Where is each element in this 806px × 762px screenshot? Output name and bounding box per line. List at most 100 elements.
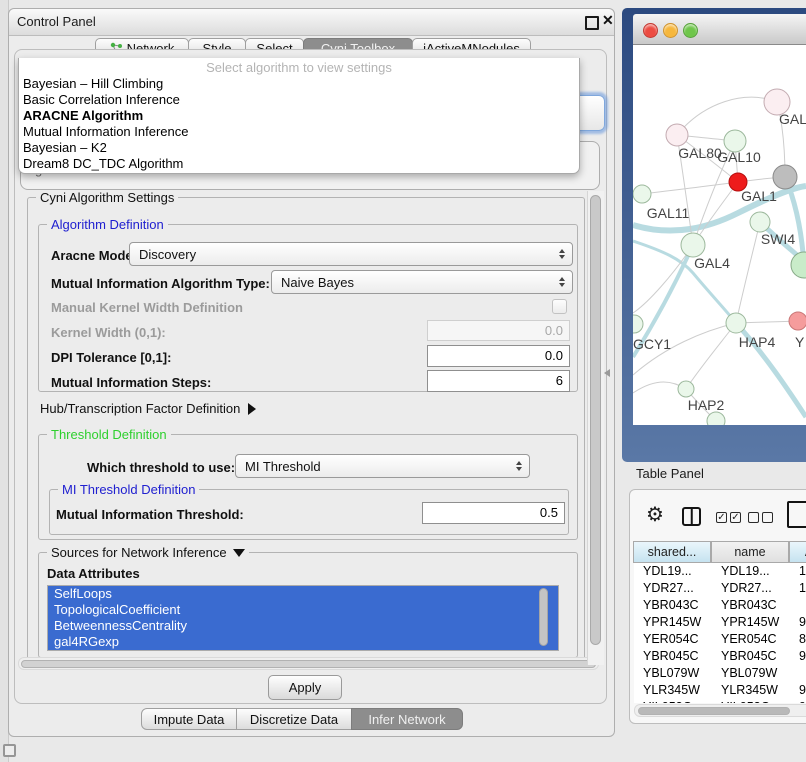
- manual-kernel-label: Manual Kernel Width Definition: [51, 300, 243, 315]
- network-canvas[interactable]: GAL GAL80 GAL10 GAL1 GAL11 SWI4 GAL4 GCY…: [633, 45, 806, 425]
- tab-impute-data[interactable]: Impute Data: [141, 708, 237, 730]
- table-row[interactable]: YDL19...YDL19...13: [634, 563, 806, 580]
- node-label: Y: [795, 334, 805, 350]
- kernel-width-input[interactable]: 0.0: [427, 320, 570, 341]
- node-gal11[interactable]: [633, 185, 651, 203]
- column-header-shared-name[interactable]: shared...: [633, 541, 711, 563]
- dropdown-item[interactable]: Dream8 DC_TDC Algorithm: [19, 156, 579, 172]
- deselect-all-icon[interactable]: [748, 512, 759, 523]
- node-label: GAL80: [678, 145, 722, 161]
- columns-icon[interactable]: [682, 507, 701, 526]
- expanded-arrow-icon: [233, 549, 245, 557]
- data-attributes-list[interactable]: SelfLoops TopologicalCoefficient Between…: [47, 585, 559, 651]
- close-icon[interactable]: ✕: [602, 12, 614, 29]
- mi-threshold-input[interactable]: 0.5: [422, 502, 565, 524]
- horizontal-scrollbar[interactable]: [18, 657, 599, 670]
- group-title: Threshold Definition: [47, 427, 171, 442]
- cell: 9.: [790, 648, 806, 665]
- vertical-scrollbar-thumb[interactable]: [590, 195, 601, 645]
- apply-button[interactable]: Apply: [268, 675, 342, 700]
- table-body[interactable]: YDL19...YDL19...13 YDR27...YDR27...12 YB…: [634, 563, 806, 703]
- deselect-all-icon2[interactable]: [762, 512, 773, 523]
- column-header-partial[interactable]: A: [789, 541, 806, 563]
- minimize-light-icon[interactable]: [663, 23, 678, 38]
- dropdown-item[interactable]: Mutual Information Inference: [19, 124, 579, 140]
- node-gal80[interactable]: [666, 124, 688, 146]
- list-scrollbar-thumb[interactable]: [539, 588, 548, 646]
- mi-algorithm-type-select[interactable]: Naive Bayes: [271, 270, 573, 294]
- aracne-mode-label: Aracne Mode:: [51, 248, 137, 263]
- collapsed-arrow-icon: [248, 403, 256, 415]
- manual-kernel-checkbox[interactable]: [552, 299, 567, 314]
- node-gray[interactable]: [773, 165, 797, 189]
- tab-infer-network[interactable]: Infer Network: [351, 708, 463, 730]
- node-bottom[interactable]: [707, 412, 725, 425]
- dropdown-item-selected[interactable]: ARACNE Algorithm: [19, 108, 579, 124]
- table-row[interactable]: YLR345WYLR345W9.: [634, 682, 806, 699]
- splitpane-collapse-handle[interactable]: [604, 369, 610, 377]
- column-header-name[interactable]: name: [711, 541, 789, 563]
- table-row[interactable]: YER054CYER054C8.: [634, 631, 806, 648]
- network-labels: GAL GAL80 GAL10 GAL1 GAL11 SWI4 GAL4 GCY…: [633, 111, 806, 413]
- node-green-right[interactable]: [791, 252, 806, 278]
- dropdown-item[interactable]: Bayesian – K2: [19, 140, 579, 156]
- attribute-item[interactable]: BetweennessCentrality: [48, 618, 558, 634]
- threshold-select[interactable]: MI Threshold: [235, 454, 530, 478]
- table-row[interactable]: YBR043CYBR043C: [634, 597, 806, 614]
- node-gcy1[interactable]: [633, 315, 643, 333]
- tab-discretize-data[interactable]: Discretize Data: [236, 708, 352, 730]
- zoom-light-icon[interactable]: [683, 23, 698, 38]
- kernel-width-label: Kernel Width (0,1):: [51, 325, 166, 340]
- attribute-item[interactable]: TopologicalCoefficient: [48, 602, 558, 618]
- dropdown-placeholder: Select algorithm to view settings: [19, 60, 579, 76]
- table-row[interactable]: YBR045CYBR045C9.: [634, 648, 806, 665]
- vertical-scrollbar[interactable]: [587, 191, 604, 665]
- cell: 9.: [790, 699, 806, 703]
- select-all-icon[interactable]: ✓: [716, 512, 727, 523]
- float-window-icon[interactable]: [585, 16, 599, 30]
- network-view-window: GAL GAL80 GAL10 GAL1 GAL11 SWI4 GAL4 GCY…: [622, 8, 806, 462]
- node-salmon[interactable]: [789, 312, 806, 330]
- table-horizontal-scrollbar[interactable]: [634, 704, 806, 717]
- document-icon[interactable]: [787, 501, 806, 528]
- cell: YBR045C: [634, 648, 712, 665]
- attribute-item[interactable]: gal4RGexp: [48, 634, 558, 650]
- aracne-mode-select[interactable]: Discovery: [129, 242, 573, 266]
- gear-icon[interactable]: ⚙: [646, 505, 664, 525]
- table-row[interactable]: YDR27...YDR27...12: [634, 580, 806, 597]
- table-horizontal-scrollbar-thumb[interactable]: [638, 707, 790, 715]
- dropdown-item[interactable]: Basic Correlation Inference: [19, 92, 579, 108]
- horizontal-scrollbar-thumb[interactable]: [21, 660, 596, 668]
- cell: YPR145W: [634, 614, 712, 631]
- which-threshold-label: Which threshold to use:: [87, 460, 235, 475]
- control-panel-window: Control Panel ✕ Network Style Select Cyn…: [8, 8, 615, 737]
- cyni-algorithm-settings-group: Cyni Algorithm Settings Algorithm Defini…: [27, 197, 585, 665]
- node-swi4[interactable]: [750, 212, 770, 232]
- bottom-tab-bar: Impute Data Discretize Data Infer Networ…: [141, 708, 463, 730]
- close-light-icon[interactable]: [643, 23, 658, 38]
- table-row[interactable]: YIL052CYIL052C9.: [634, 699, 806, 703]
- attribute-item[interactable]: SelfLoops: [48, 586, 558, 602]
- table-row[interactable]: YBL079WYBL079W: [634, 665, 806, 682]
- sources-toggle[interactable]: Sources for Network Inference: [47, 545, 249, 560]
- collapsed-panel-icon[interactable]: [3, 744, 16, 757]
- algorithm-definition-group: Algorithm Definition Aracne Mode: Discov…: [38, 224, 578, 392]
- cell: YDL19...: [634, 563, 712, 580]
- cell: YER054C: [712, 631, 790, 648]
- dpi-tolerance-label: DPI Tolerance [0,1]:: [51, 350, 171, 365]
- cell: YLR345W: [712, 682, 790, 699]
- table-row[interactable]: YPR145WYPR145W9.: [634, 614, 806, 631]
- dropdown-item[interactable]: Bayesian – Hill Climbing: [19, 76, 579, 92]
- mi-steps-input[interactable]: 6: [427, 370, 570, 392]
- node-hap2[interactable]: [678, 381, 694, 397]
- node-hap4[interactable]: [726, 313, 746, 333]
- cell: 13: [790, 563, 806, 580]
- select-all-icon2[interactable]: ✓: [730, 512, 741, 523]
- cell: 8.: [790, 631, 806, 648]
- node-gal4[interactable]: [681, 233, 705, 257]
- node-label: GAL11: [647, 205, 690, 221]
- dpi-tolerance-input[interactable]: 0.0: [427, 345, 570, 367]
- node-label: GAL1: [741, 188, 777, 204]
- hub-definition-toggle[interactable]: Hub/Transcription Factor Definition: [40, 401, 256, 416]
- cell: YIL052C: [712, 699, 790, 703]
